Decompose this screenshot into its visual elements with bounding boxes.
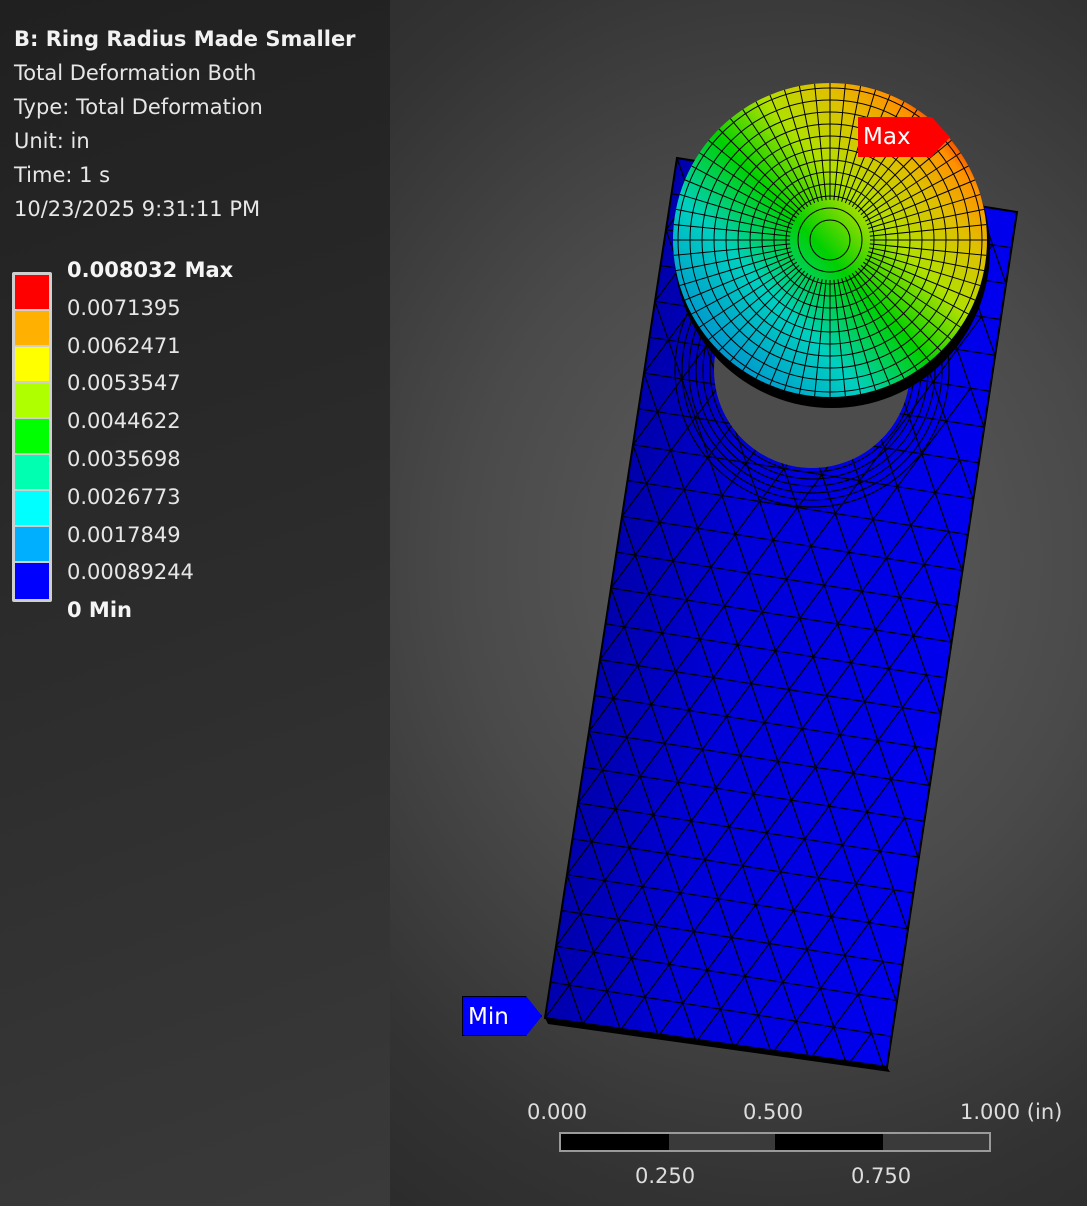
scale-label-0: 0.000 [527,1100,588,1124]
scale-track [559,1132,991,1152]
scale-label-0-75: 0.750 [851,1164,912,1188]
scale-label-1: 1.000 (in) [960,1100,1063,1124]
min-probe-label[interactable]: Min [462,996,542,1036]
scale-label-0-5: 0.500 [743,1100,804,1124]
model-viewport[interactable] [0,0,1087,1206]
max-probe-label[interactable]: Max [858,117,950,157]
scale-bar: 0.000 0.500 1.000 (in) 0.250 0.750 [520,1096,1080,1196]
scale-label-0-25: 0.250 [635,1164,696,1188]
